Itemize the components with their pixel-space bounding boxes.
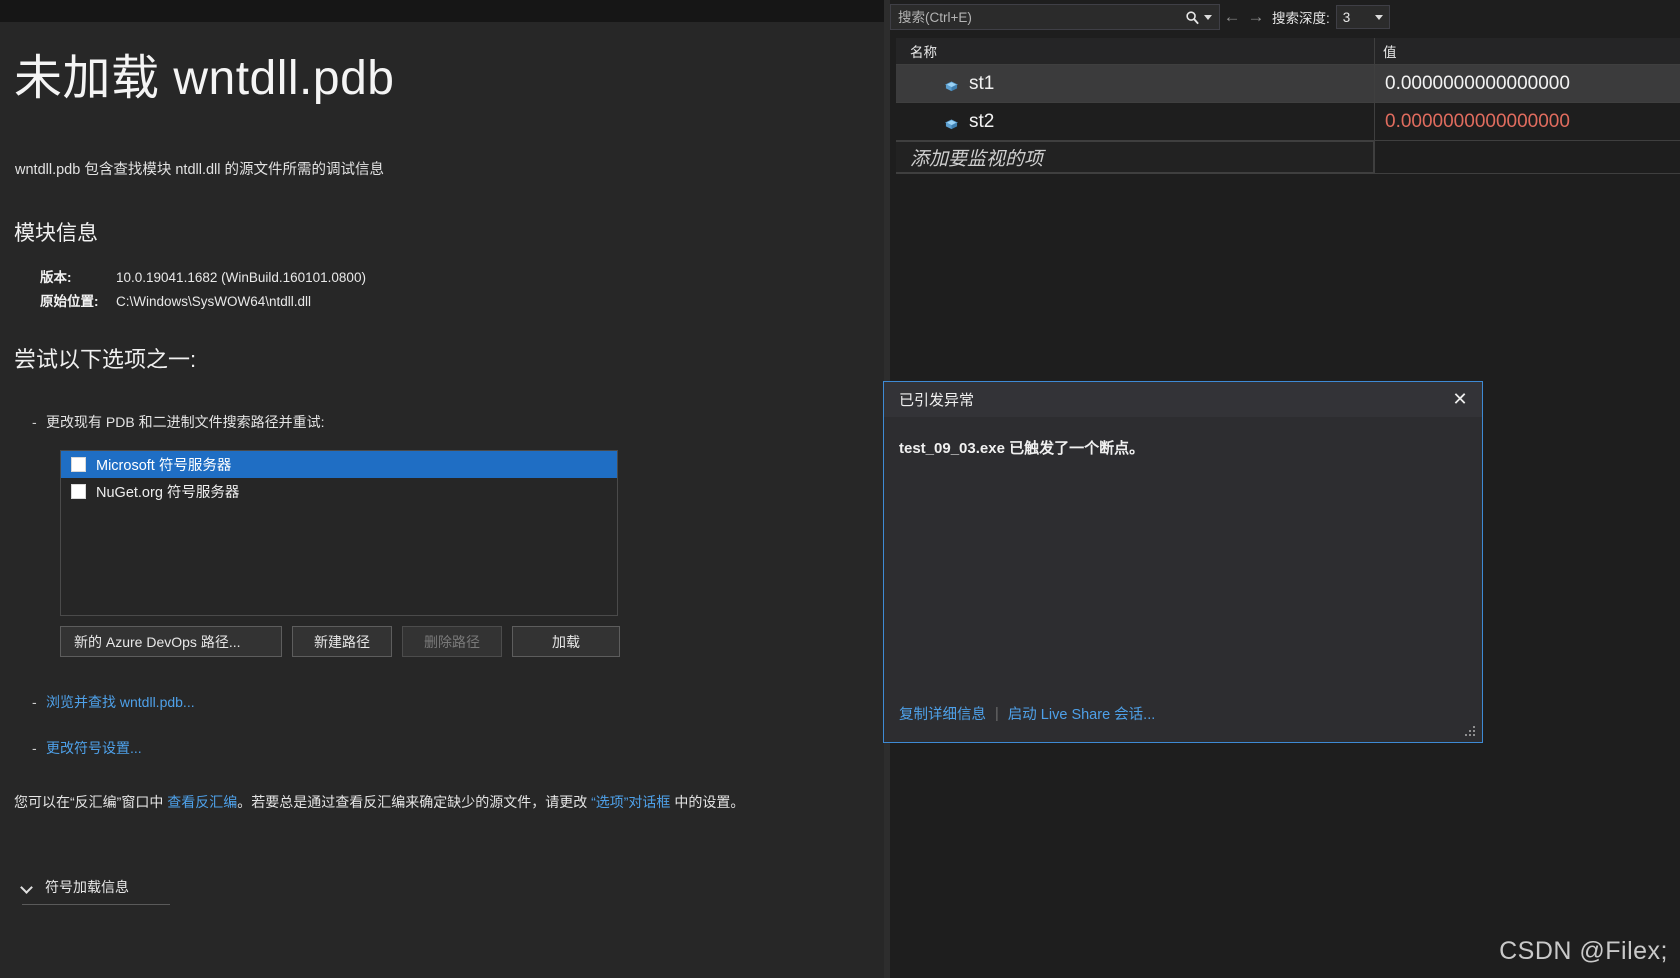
watch-row-value[interactable]: 0.0000000000000000 xyxy=(1374,103,1680,140)
disassembly-text-part1: 您可以在“反汇编”窗口中 xyxy=(14,794,168,810)
dialog-title: 已引发异常 xyxy=(899,392,975,409)
close-icon[interactable]: ✕ xyxy=(1438,383,1482,417)
search-depth-combo[interactable]: 3 xyxy=(1335,5,1390,29)
watch-grid: 名称 值 st1 0.0000000000000000 st2 0.000000… xyxy=(896,38,1680,174)
disassembly-paragraph: 您可以在“反汇编”窗口中 查看反汇编。若要总是通过查看反汇编来确定缺少的源文件，… xyxy=(14,790,824,815)
csdn-watermark: CSDN @Filex; xyxy=(1499,937,1668,965)
field-box-icon xyxy=(944,115,959,130)
resize-grip-icon[interactable] xyxy=(1463,724,1477,738)
list-item-label: NuGet.org 符号服务器 xyxy=(96,485,240,501)
footer-separator: | xyxy=(995,705,999,722)
dialog-footer: 复制详细信息 | 启动 Live Share 会话... xyxy=(899,703,1155,724)
search-back-arrow-icon[interactable]: ← xyxy=(1220,5,1244,29)
bullet-change-symbol-settings: - 更改符号设置... xyxy=(32,738,142,758)
add-watch-value-cell[interactable] xyxy=(1374,141,1680,173)
add-watch-row[interactable]: 添加要监视的项 xyxy=(896,141,1680,174)
table-row[interactable]: st1 0.0000000000000000 xyxy=(896,65,1680,103)
checkbox-microsoft-symbol-server[interactable] xyxy=(71,457,86,472)
path-buttons-row: 新的 Azure DevOps 路径... 新建路径 删除路径 加载 xyxy=(60,626,620,657)
search-depth-value: 3 xyxy=(1342,9,1351,25)
list-item-nuget-symbol-server[interactable]: NuGet.org 符号服务器 xyxy=(61,478,617,505)
change-symbol-settings-link[interactable]: 更改符号设置... xyxy=(46,740,142,756)
start-live-share-link[interactable]: 启动 Live Share 会话... xyxy=(1008,703,1155,724)
watch-row-name-cell[interactable]: st2 xyxy=(896,103,1374,140)
bullet-change-paths: - 更改现有 PDB 和二进制文件搜索路径并重试: xyxy=(32,412,324,432)
bullet-browse-for-pdb: - 浏览并查找 wntdll.pdb... xyxy=(32,692,195,712)
watch-search-bar: ← → 搜索深度: 3 xyxy=(890,3,1680,31)
watch-row-value[interactable]: 0.0000000000000000 xyxy=(1374,65,1680,102)
module-location-row: 原始位置: C:\Windows\SysWOW64\ntdll.dll xyxy=(40,290,311,310)
bullet-change-paths-label: 更改现有 PDB 和二进制文件搜索路径并重试: xyxy=(46,414,325,430)
disassembly-text-part3: 中的设置。 xyxy=(670,794,745,810)
watch-grid-header: 名称 值 xyxy=(896,38,1680,65)
symbol-not-loaded-pane: 未加载 wntdll.pdb wntdll.pdb 包含查找模块 ntdll.d… xyxy=(0,0,884,978)
options-dialog-link[interactable]: “选项”对话框 xyxy=(591,794,670,810)
symbol-load-information-expander[interactable]: 符号加载信息 xyxy=(22,877,170,905)
document-body: 未加载 wntdll.pdb wntdll.pdb 包含查找模块 ntdll.d… xyxy=(0,22,884,978)
search-forward-arrow-icon[interactable]: → xyxy=(1244,5,1268,29)
column-header-value[interactable]: 值 xyxy=(1374,38,1680,64)
options-heading: 尝试以下选项之一: xyxy=(14,347,197,372)
dialog-message: test_09_03.exe 已触发了一个断点。 xyxy=(899,440,1145,457)
new-azure-devops-path-button[interactable]: 新的 Azure DevOps 路径... xyxy=(60,626,282,657)
dialog-title-bar: 已引发异常 ✕ xyxy=(884,382,1482,417)
disassembly-text-part2: 。若要总是通过查看反汇编来确定缺少的源文件，请更改 xyxy=(237,794,592,810)
page-title: 未加载 wntdll.pdb xyxy=(14,52,395,105)
module-version-row: 版本: 10.0.19041.1682 (WinBuild.160101.0800… xyxy=(40,266,366,286)
chevron-down-icon[interactable] xyxy=(1374,14,1383,20)
intro-text: wntdll.pdb 包含查找模块 ntdll.dll 的源文件所需的调试信息 xyxy=(15,162,385,178)
bullet-dash: - xyxy=(32,414,37,430)
checkbox-nuget-symbol-server[interactable] xyxy=(71,484,86,499)
exception-thrown-dialog: 已引发异常 ✕ test_09_03.exe 已触发了一个断点。 复制详细信息 … xyxy=(883,381,1483,743)
module-location-label: 原始位置: xyxy=(40,294,99,309)
module-version-value: 10.0.19041.1682 (WinBuild.160101.0800) xyxy=(116,270,366,285)
add-watch-input[interactable]: 添加要监视的项 xyxy=(896,141,1374,173)
new-path-button[interactable]: 新建路径 xyxy=(292,626,392,657)
bullet-dash: - xyxy=(32,740,37,756)
symbol-server-listbox[interactable]: Microsoft 符号服务器 NuGet.org 符号服务器 xyxy=(60,450,618,616)
search-box[interactable] xyxy=(890,4,1220,30)
search-depth-label: 搜索深度: xyxy=(1272,11,1330,26)
field-box-icon xyxy=(944,77,959,92)
load-button[interactable]: 加载 xyxy=(512,626,620,657)
chevron-down-icon xyxy=(22,882,33,893)
column-header-name[interactable]: 名称 xyxy=(896,38,1374,64)
delete-path-button: 删除路径 xyxy=(402,626,502,657)
list-item-label: Microsoft 符号服务器 xyxy=(96,458,232,474)
top-strip xyxy=(0,0,884,22)
module-location-value: C:\Windows\SysWOW64\ntdll.dll xyxy=(116,294,312,309)
table-row[interactable]: st2 0.0000000000000000 xyxy=(896,103,1680,141)
watch-row-name: st1 xyxy=(969,72,995,94)
bullet-dash: - xyxy=(32,694,37,710)
search-options-chevron-down-icon[interactable] xyxy=(1204,14,1212,20)
module-version-label: 版本: xyxy=(40,270,72,285)
module-info-heading: 模块信息 xyxy=(14,222,98,245)
browse-for-pdb-link[interactable]: 浏览并查找 wntdll.pdb... xyxy=(46,694,195,710)
watch-row-name: st2 xyxy=(969,110,995,132)
list-item-microsoft-symbol-server[interactable]: Microsoft 符号服务器 xyxy=(61,451,617,478)
expander-label: 符号加载信息 xyxy=(45,879,129,895)
search-icon[interactable] xyxy=(1180,5,1204,29)
watch-row-name-cell[interactable]: st1 xyxy=(896,65,1374,102)
copy-details-link[interactable]: 复制详细信息 xyxy=(899,703,986,724)
view-disassembly-link[interactable]: 查看反汇编 xyxy=(167,794,237,810)
search-input[interactable] xyxy=(891,8,1180,26)
